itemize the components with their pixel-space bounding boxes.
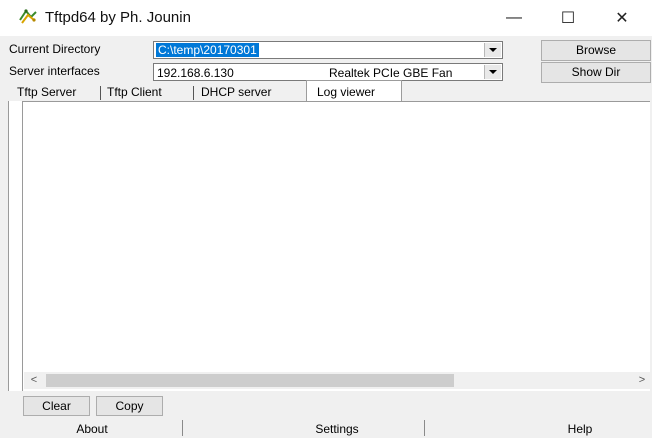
bottom-button-bar: About Settings Help <box>0 418 652 438</box>
current-directory-combo[interactable]: C:\temp\20170301 <box>153 41 503 59</box>
maximize-icon: ☐ <box>560 10 576 27</box>
copy-button[interactable]: Copy <box>96 396 163 416</box>
server-adapter-value: Realtek PCIe GBE Fan <box>329 66 453 80</box>
tftpd64-window: Tftpd64 by Ph. Jounin — ☐ ✕ Current Dire… <box>0 0 652 438</box>
current-directory-label: Current Directory <box>9 42 101 56</box>
tab-divider <box>100 86 101 100</box>
chevron-down-icon[interactable] <box>484 43 501 57</box>
tab-dhcp-server[interactable]: DHCP server <box>201 84 271 101</box>
chevron-down-icon[interactable] <box>484 65 501 79</box>
bottom-divider <box>182 420 183 436</box>
browse-button[interactable]: Browse <box>541 40 651 61</box>
tab-divider <box>193 86 194 100</box>
scroll-left-icon[interactable]: < <box>26 373 42 388</box>
tab-tftp-client[interactable]: Tftp Client <box>107 84 162 101</box>
minimize-button[interactable]: — <box>491 0 537 36</box>
tab-log-viewer[interactable]: Log viewer <box>317 84 375 101</box>
panel-left-frame <box>8 101 22 391</box>
horizontal-scrollbar[interactable]: < > <box>24 372 650 389</box>
scrollbar-thumb[interactable] <box>46 374 454 387</box>
close-icon: ✕ <box>615 10 629 27</box>
current-directory-value[interactable]: C:\temp\20170301 <box>156 43 259 57</box>
about-button[interactable]: About <box>22 418 162 438</box>
bottom-divider <box>424 420 425 436</box>
server-interfaces-combo[interactable]: 192.168.6.130 Realtek PCIe GBE Fan <box>153 63 503 81</box>
title-bar[interactable]: Tftpd64 by Ph. Jounin — ☐ ✕ <box>0 0 652 36</box>
show-dir-button[interactable]: Show Dir <box>541 62 651 83</box>
server-ip-value: 192.168.6.130 <box>157 66 234 80</box>
tftpd-app-icon <box>18 8 38 26</box>
settings-button[interactable]: Settings <box>262 418 412 438</box>
scroll-right-icon[interactable]: > <box>634 373 650 388</box>
server-interfaces-label: Server interfaces <box>9 64 100 78</box>
window-title: Tftpd64 by Ph. Jounin <box>45 9 191 26</box>
help-button[interactable]: Help <box>510 418 650 438</box>
tab-tftp-server[interactable]: Tftp Server <box>17 84 76 101</box>
maximize-button[interactable]: ☐ <box>545 0 591 36</box>
log-viewer-list[interactable] <box>22 101 650 391</box>
close-button[interactable]: ✕ <box>599 0 645 36</box>
clear-button[interactable]: Clear <box>23 396 90 416</box>
minimize-icon: — <box>506 9 522 26</box>
